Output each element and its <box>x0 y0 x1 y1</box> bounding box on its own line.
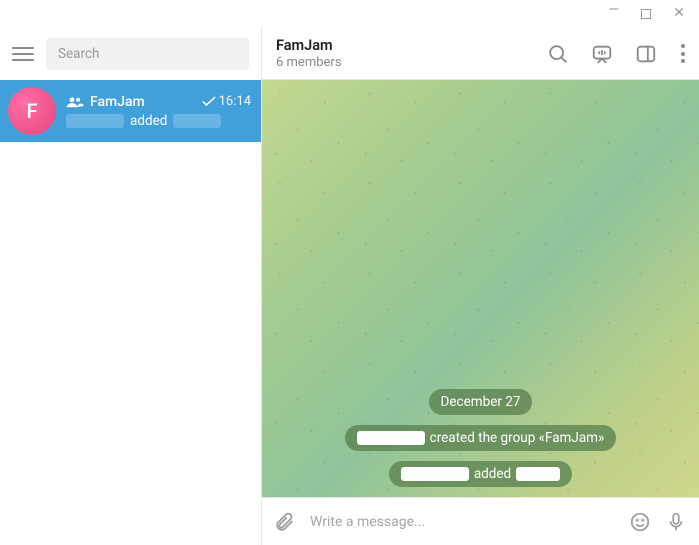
avatar: F <box>8 87 56 135</box>
message-area: December 27 created the group «FamJam» a… <box>262 80 699 497</box>
chat-subtitle: 6 members <box>276 55 525 70</box>
close-button[interactable]: ✕ <box>673 5 685 21</box>
chat-name: FamJam <box>90 94 145 110</box>
microphone-icon[interactable] <box>665 511 687 533</box>
message-input[interactable] <box>310 514 615 530</box>
chat-time: 16:14 <box>202 94 251 109</box>
chat-header-info[interactable]: FamJam 6 members <box>276 37 525 70</box>
redacted-name <box>66 114 124 128</box>
date-badge: December 27 <box>429 389 533 415</box>
service-message: added <box>389 461 572 487</box>
chat-preview: added <box>66 113 251 129</box>
menu-button[interactable] <box>12 47 34 61</box>
more-menu-button[interactable] <box>681 44 685 63</box>
chat-title: FamJam <box>276 37 525 54</box>
redacted-name <box>516 467 560 481</box>
search-icon[interactable] <box>547 43 569 65</box>
check-icon <box>202 96 216 107</box>
service-message: created the group «FamJam» <box>345 425 617 451</box>
redacted-name <box>401 467 469 481</box>
chat-list-item[interactable]: F FamJam 16:14 added <box>0 80 261 142</box>
minimize-button[interactable]: — <box>608 2 619 18</box>
sidebar-toggle-icon[interactable] <box>635 43 657 65</box>
redacted-name <box>173 114 221 128</box>
emoji-icon[interactable] <box>629 511 651 533</box>
window-titlebar: — ✕ <box>0 0 699 28</box>
sidebar: Search F FamJam 16:14 added <box>0 28 262 545</box>
group-icon <box>66 95 84 109</box>
redacted-name <box>357 431 425 445</box>
search-input[interactable]: Search <box>46 38 249 70</box>
chat-header: FamJam 6 members <box>262 28 699 80</box>
voice-chat-icon[interactable] <box>591 43 613 65</box>
maximize-button[interactable] <box>641 9 651 19</box>
attach-icon[interactable] <box>274 511 296 533</box>
message-composer <box>262 497 699 545</box>
